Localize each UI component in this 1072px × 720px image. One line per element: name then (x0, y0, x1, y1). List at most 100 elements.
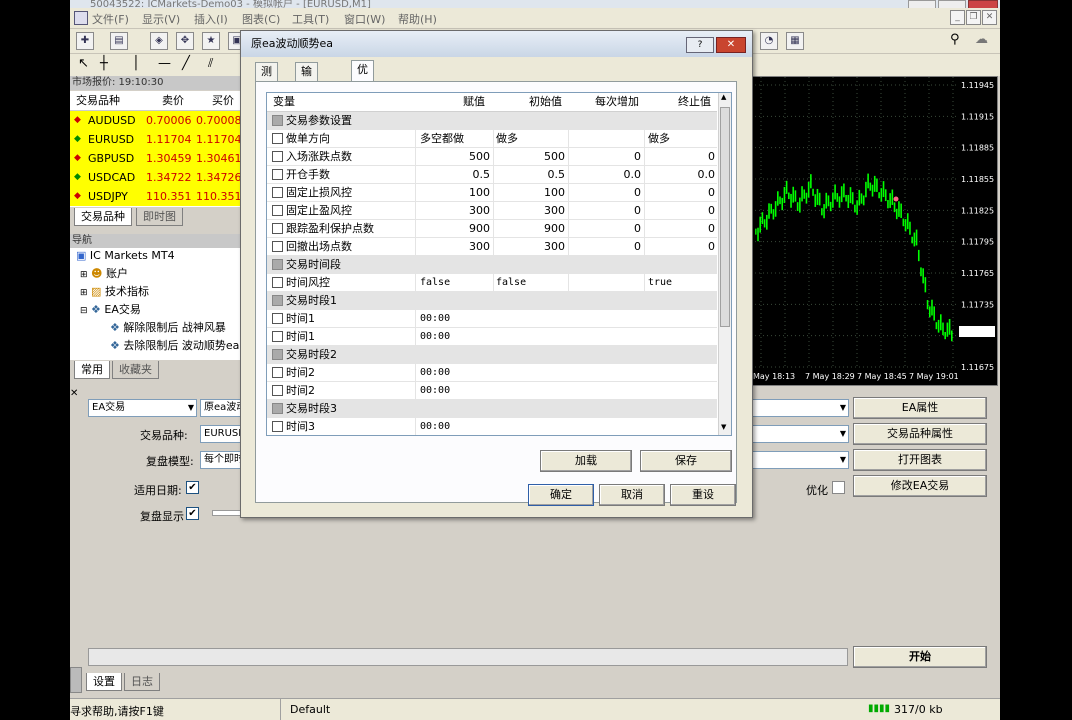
param-value[interactable]: 00:00 (420, 310, 716, 327)
navigator-icon[interactable]: ✥ (176, 32, 194, 50)
market-row[interactable]: ◆ USDCAD 1.34722 1.34726 (70, 168, 242, 187)
param-value[interactable]: 00:00 (420, 328, 716, 345)
chat-icon[interactable]: ☁ (975, 32, 988, 47)
market-watch-icon[interactable]: ◈ (150, 32, 168, 50)
scroll-thumb[interactable] (720, 107, 730, 327)
trendline-icon[interactable]: ╱ (182, 56, 190, 71)
grid-param-row[interactable]: 时间1 00:00 (267, 310, 717, 328)
col-ask[interactable]: 买价 (212, 91, 234, 110)
col-value[interactable]: 赋值 (463, 93, 485, 111)
optimize-param-checkbox[interactable] (272, 403, 283, 414)
menu-help[interactable]: 帮助(H) (398, 11, 437, 27)
scroll-down-icon[interactable]: ▼ (721, 423, 726, 431)
grid-param-row[interactable]: 时间1 00:00 (267, 328, 717, 346)
param-start[interactable]: 300 (496, 238, 565, 255)
grid-param-row[interactable]: 入场涨跌点数 500 500 0 0 (267, 148, 717, 166)
optimize-param-checkbox[interactable] (272, 331, 283, 342)
ea-select-tail[interactable]: ▼ (750, 399, 849, 417)
grid-param-row[interactable]: 时间风控 false false true (267, 274, 717, 292)
search-icon[interactable]: ⚲ (950, 32, 960, 47)
crosshair-icon[interactable]: ┼ (100, 56, 108, 71)
menu-insert[interactable]: 插入(I) (194, 11, 228, 27)
mdi-minimize-icon[interactable]: _ (950, 10, 965, 25)
grid-param-row[interactable]: 时间3 00:00 (267, 418, 717, 435)
optimize-param-checkbox[interactable] (272, 259, 283, 270)
zoom-icon[interactable]: ◔ (760, 32, 778, 50)
param-value[interactable]: false (420, 274, 490, 291)
menu-view[interactable]: 显示(V) (142, 11, 180, 27)
save-button[interactable]: 保存 (640, 450, 732, 472)
optimize-param-checkbox[interactable] (272, 205, 283, 216)
menu-chart[interactable]: 图表(C) (242, 11, 280, 27)
param-start[interactable]: false (496, 274, 565, 291)
expand-icon[interactable]: ⊞ (80, 270, 88, 280)
grid-param-row[interactable]: 跟踪盈利保护点数 900 900 0 0 (267, 220, 717, 238)
mdi-restore-icon[interactable]: ❐ (966, 10, 981, 25)
status-profile[interactable]: Default (290, 703, 330, 716)
param-value[interactable]: 900 (420, 220, 490, 237)
close-panel-icon[interactable]: ✕ (70, 388, 78, 399)
param-step[interactable]: 0 (572, 220, 641, 237)
col-bid[interactable]: 卖价 (162, 91, 184, 110)
grid-group-row[interactable]: 交易时间段 (267, 256, 717, 274)
param-value[interactable]: 0.5 (420, 166, 491, 183)
ea-properties-button[interactable]: EA属性 (853, 397, 987, 419)
optimize-param-checkbox[interactable] (272, 277, 283, 288)
param-stop[interactable]: 0.0 (648, 166, 716, 183)
tab-optimization[interactable]: 优化 (351, 60, 374, 94)
grid-param-row[interactable]: 固定止损风控 100 100 0 0 (267, 184, 717, 202)
optimize-checkbox[interactable] (832, 481, 845, 494)
optimize-param-checkbox[interactable] (272, 169, 283, 180)
visual-mode-checkbox[interactable]: ✔ (186, 507, 199, 520)
market-row[interactable]: ◆ AUDUSD 0.70006 0.70008 (70, 111, 242, 130)
tree-ea-item[interactable]: ❖ 解除限制后 战神风暴 (110, 320, 226, 336)
param-start[interactable]: 900 (496, 220, 565, 237)
symbol-select-tail[interactable]: ▼ (750, 425, 849, 443)
tab-testing[interactable]: 测试 (255, 62, 278, 96)
col-variable[interactable]: 变量 (273, 93, 295, 111)
grid-param-row[interactable]: 时间2 00:00 (267, 382, 717, 400)
menu-window[interactable]: 窗口(W) (344, 11, 385, 27)
optimize-param-checkbox[interactable] (272, 133, 283, 144)
templates-icon[interactable]: ▦ (786, 32, 804, 50)
grid-group-row[interactable]: 交易时段1 (267, 292, 717, 310)
channel-icon[interactable]: ⫽ (208, 56, 213, 71)
help-button[interactable]: ? (686, 37, 714, 53)
grid-param-row[interactable]: 开仓手数 0.5 0.5 0.0 0.0 (267, 166, 717, 184)
optimize-param-checkbox[interactable] (272, 367, 283, 378)
model-select[interactable]: 每个即时 (200, 451, 245, 469)
param-step[interactable]: 0 (572, 148, 641, 165)
param-stop[interactable]: 做多 (648, 130, 715, 147)
optimize-param-checkbox[interactable] (272, 385, 283, 396)
mdi-close-icon[interactable]: ✕ (982, 10, 997, 25)
optimize-param-checkbox[interactable] (272, 151, 283, 162)
param-value[interactable]: 100 (420, 184, 490, 201)
optimize-param-checkbox[interactable] (272, 313, 283, 324)
profiles-icon[interactable]: ▤ (110, 32, 128, 50)
menu-file[interactable]: 文件(F) (92, 11, 129, 27)
param-step[interactable] (572, 274, 641, 291)
param-value[interactable]: 多空都做 (420, 130, 490, 147)
app-menu-icon[interactable] (74, 11, 88, 25)
terminal-icon[interactable]: ★ (202, 32, 220, 50)
param-step[interactable]: 0 (572, 202, 641, 219)
param-start[interactable]: 0.5 (496, 166, 566, 183)
open-chart-button[interactable]: 打开图表 (853, 449, 987, 471)
param-stop[interactable]: 0 (648, 238, 715, 255)
col-step[interactable]: 每次增加 (595, 93, 639, 111)
grid-param-row[interactable]: 回撤出场点数 300 300 0 0 (267, 238, 717, 256)
tree-root[interactable]: ▣ IC Markets MT4 (76, 248, 175, 264)
optimize-param-checkbox[interactable] (272, 241, 283, 252)
param-stop[interactable]: 0 (648, 148, 715, 165)
optimize-param-checkbox[interactable] (272, 295, 283, 306)
optimize-param-checkbox[interactable] (272, 349, 283, 360)
menu-tools[interactable]: 工具(T) (292, 11, 329, 27)
load-button[interactable]: 加载 (540, 450, 632, 472)
param-value[interactable]: 00:00 (420, 418, 716, 435)
param-value[interactable]: 300 (420, 238, 490, 255)
tree-indicators[interactable]: ⊞ ▨ 技术指标 (80, 284, 149, 300)
price-chart[interactable]: 1.11945 1.11915 1.11885 1.11855 1.11825 1.117… (750, 76, 998, 386)
optimize-param-checkbox[interactable] (272, 223, 283, 234)
param-stop[interactable]: 0 (648, 184, 715, 201)
param-value[interactable]: 500 (420, 148, 490, 165)
